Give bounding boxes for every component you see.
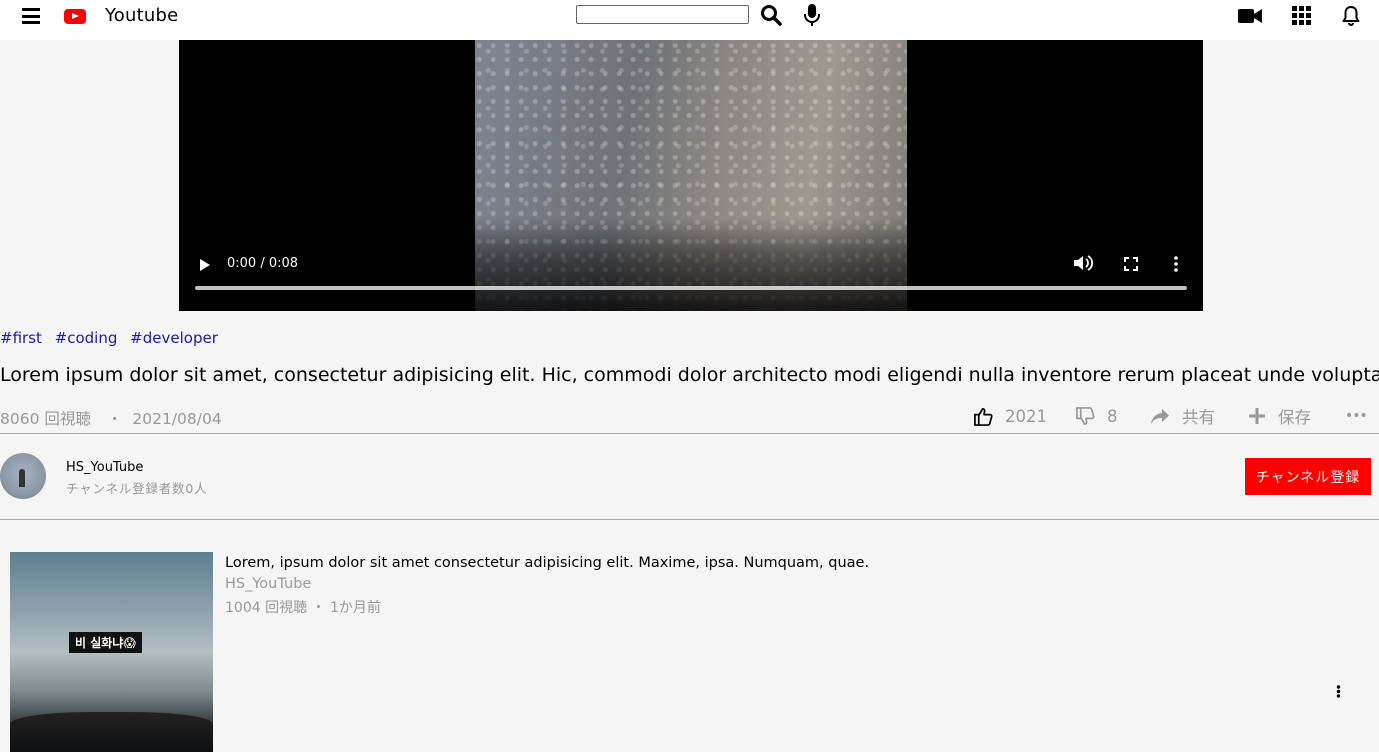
recommended-thumbnail[interactable]: 비 실화냐😱 <box>10 552 213 752</box>
dislike-button[interactable]: 8 <box>1076 405 1118 427</box>
divider <box>0 433 1379 434</box>
divider <box>0 519 1379 520</box>
view-count: 8060 回視聴 <box>0 410 91 428</box>
recommended-channel[interactable]: HS_YouTube <box>225 576 311 592</box>
meta-separator: ・ <box>106 410 123 428</box>
dislike-count: 8 <box>1107 406 1118 426</box>
video-more-icon[interactable] <box>1173 255 1179 273</box>
thumbnail-scene <box>10 712 213 752</box>
subscriber-count: チャンネル登録者数0人 <box>66 481 208 496</box>
share-icon <box>1151 408 1169 424</box>
top-header: Youtube <box>0 0 1379 40</box>
thumbs-down-icon <box>1076 406 1095 425</box>
bell-icon[interactable] <box>1342 5 1360 26</box>
share-button[interactable]: 共有 <box>1150 405 1215 427</box>
share-label: 共有 <box>1182 408 1215 427</box>
subscribe-button[interactable]: チャンネル登録 <box>1244 457 1372 496</box>
progress-bar[interactable] <box>195 286 1187 290</box>
logo-text[interactable]: Youtube <box>105 5 178 26</box>
upload-date: 2021/08/04 <box>132 410 222 428</box>
save-button[interactable]: 保存 <box>1248 405 1311 427</box>
menu-icon[interactable] <box>22 8 40 24</box>
video-camera-icon[interactable] <box>1238 8 1262 24</box>
recommended-title[interactable]: Lorem, ipsum dolor sit amet consectetur … <box>225 555 869 571</box>
hashtag-list: #first #coding #developer <box>0 329 226 347</box>
controls-overlay <box>179 218 1203 311</box>
thumbnail-caption: 비 실화냐😱 <box>69 632 142 653</box>
fullscreen-icon[interactable] <box>1124 256 1138 271</box>
thumbs-up-icon <box>974 407 993 426</box>
search-input[interactable] <box>576 5 749 24</box>
like-count: 2021 <box>1005 406 1047 426</box>
play-icon[interactable] <box>199 257 211 271</box>
more-actions-icon[interactable]: ••• <box>1345 405 1368 427</box>
hashtag-link[interactable]: #coding <box>55 329 118 347</box>
mic-icon[interactable] <box>803 3 821 27</box>
channel-name[interactable]: HS_YouTube <box>66 460 143 475</box>
apps-grid-icon[interactable] <box>1292 6 1311 25</box>
recommended-more-icon[interactable] <box>1336 683 1341 698</box>
volume-icon[interactable] <box>1073 254 1094 272</box>
video-title: Lorem ipsum dolor sit amet, consectetur … <box>0 364 1379 386</box>
time-display: 0:00 / 0:08 <box>227 256 299 271</box>
plus-icon <box>1249 408 1265 424</box>
save-label: 保存 <box>1278 408 1311 427</box>
hashtag-link[interactable]: #developer <box>130 329 218 347</box>
recommended-meta: 1004 回視聴 ・ 1か月前 <box>225 600 381 616</box>
youtube-logo-icon[interactable] <box>64 9 86 24</box>
search-icon[interactable] <box>760 4 782 26</box>
channel-avatar[interactable] <box>0 453 46 499</box>
video-player[interactable]: 0:00 / 0:08 <box>179 40 1203 311</box>
hashtag-link[interactable]: #first <box>0 329 42 347</box>
like-button[interactable]: 2021 <box>974 405 1047 427</box>
video-meta: 8060 回視聴・ 2021/08/04 <box>0 407 222 429</box>
